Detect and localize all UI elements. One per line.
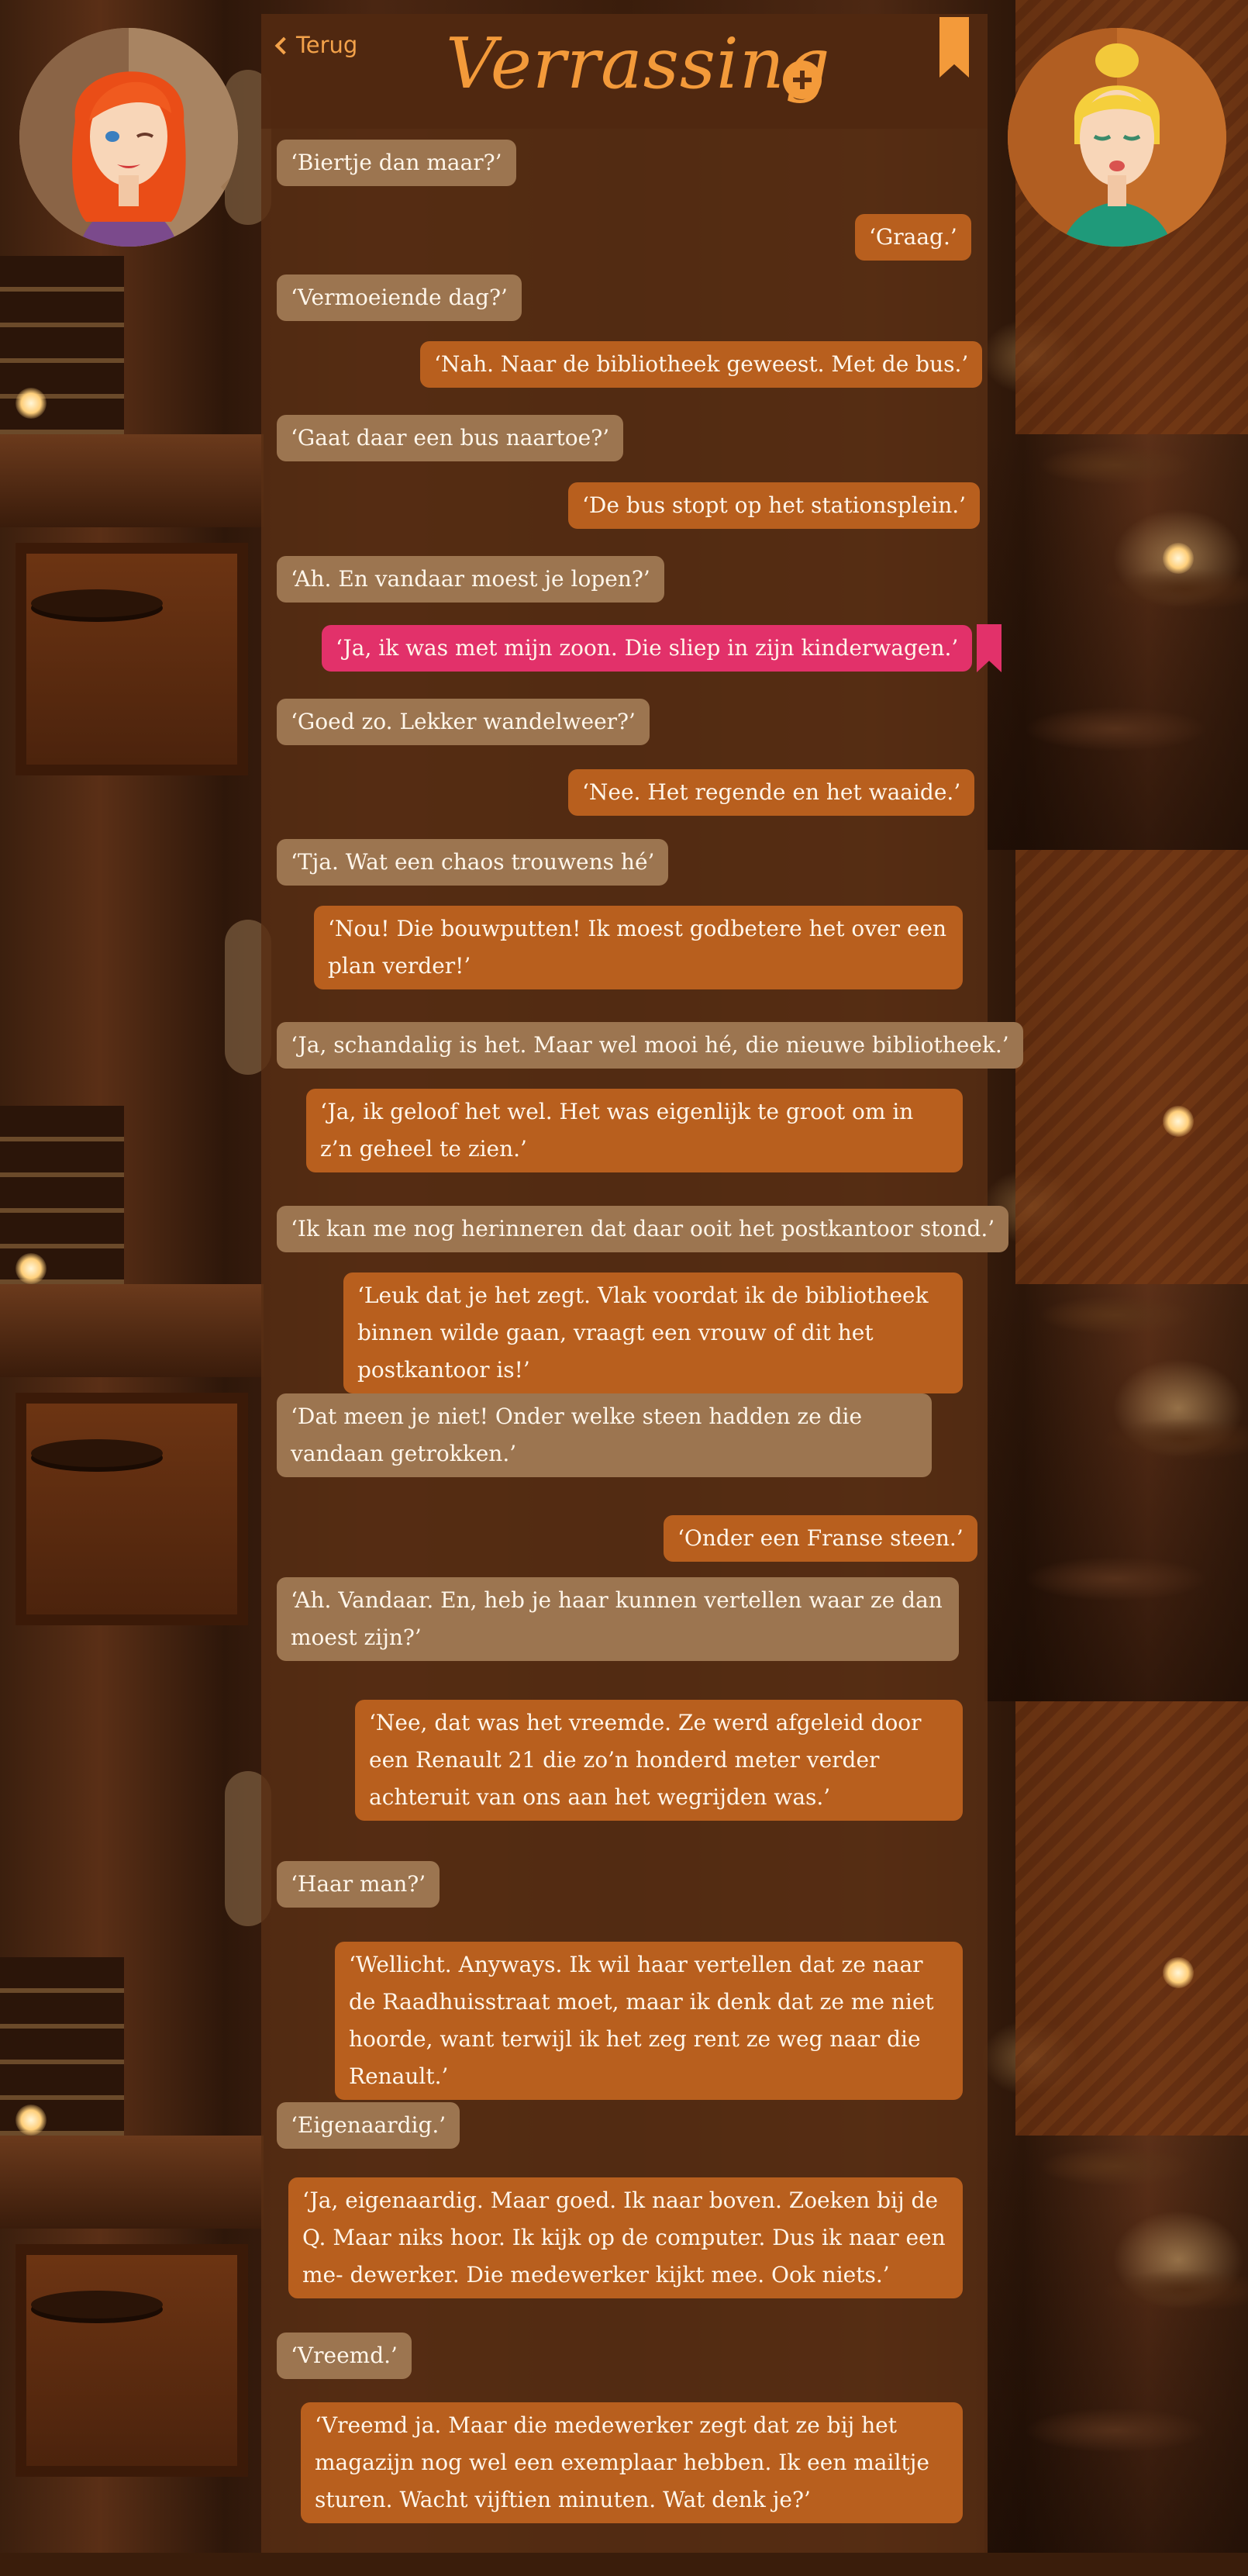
- message-them: ‘Ah. Vandaar. En, heb je haar kunnen ver…: [277, 1577, 959, 1661]
- avatar-blonde: [1008, 28, 1226, 247]
- message-me: ‘Onder een Franse steen.’: [664, 1515, 977, 1562]
- background-panel: [16, 1393, 248, 1625]
- background-wall: [1015, 1701, 1248, 2136]
- background-lamp: [1163, 1106, 1194, 1137]
- message-me: ‘Ja, eigenaardig. Maar goed. Ik naar bov…: [288, 2177, 963, 2298]
- background-counter: [0, 434, 264, 527]
- background-stool: [31, 2291, 163, 2319]
- message-me: ‘De bus stopt op het stationsplein.’: [568, 482, 981, 529]
- message-them: ‘Ja, schandalig is het. Maar wel mooi hé…: [277, 1022, 1023, 1069]
- message-me-bookmarked: ‘Ja, ik was met mijn zoon. Die sliep in …: [322, 625, 973, 672]
- message-them: ‘Tja. Wat een chaos trouwens hé’: [277, 839, 669, 886]
- background-shelf: [0, 1957, 124, 2136]
- avatar-redhead-illustration: [19, 28, 238, 247]
- background-lamp: [16, 1253, 47, 1284]
- message-me: ‘Nee. Het regende en het waaide.’: [568, 769, 975, 816]
- background-stool: [31, 1439, 163, 1467]
- add-button[interactable]: [783, 60, 822, 99]
- message-them: ‘Haar man?’: [277, 1861, 440, 1908]
- message-me: ‘Graag.’: [855, 214, 971, 261]
- message-me: ‘Nou! Die bouwputten! Ik moest godbetere…: [314, 906, 963, 989]
- chevron-left-icon: [274, 36, 293, 55]
- background-shelf: [0, 1106, 124, 1284]
- back-label: Terug: [296, 32, 358, 58]
- chat-title: Verrassing: [446, 23, 831, 105]
- message-them: ‘Gaat daar een bus naartoe?’: [277, 415, 624, 461]
- message-them: ‘Vermoeiende dag?’: [277, 275, 522, 321]
- message-them: ‘Vreemd.’: [277, 2333, 412, 2379]
- message-them: ‘Eigenaardig.’: [277, 2102, 460, 2149]
- message-me: ‘Vreemd ja. Maar die medewerker zegt dat…: [301, 2402, 963, 2523]
- background-tables: [984, 434, 1248, 850]
- avatar-blonde-illustration: [1008, 28, 1226, 247]
- background-lamp: [16, 388, 47, 419]
- message-them: ‘Goed zo. Lekker wandelweer?’: [277, 699, 650, 745]
- background-counter: [0, 2136, 264, 2229]
- message-me: ‘Ja, ik geloof het wel. Het was eigenlij…: [306, 1089, 963, 1172]
- avatar-redhead: [19, 28, 238, 247]
- message-them: ‘Ah. En vandaar moest je lopen?’: [277, 556, 664, 603]
- background-panel: [16, 543, 248, 775]
- message-them: ‘Ik kan me nog herinneren dat daar ooit …: [277, 1206, 1009, 1252]
- message-me: ‘Leuk dat je het zegt. Vlak voordat ik d…: [343, 1272, 963, 1393]
- message-me: ‘Wellicht. Anyways. Ik wil haar vertelle…: [335, 1942, 963, 2100]
- message-them: ‘Dat meen je niet! Onder welke steen had…: [277, 1393, 932, 1477]
- message-me: ‘Nee, dat was het vreemde. Ze werd afgel…: [355, 1700, 963, 1821]
- background-counter: [0, 1284, 264, 1377]
- background-wall: [1015, 850, 1248, 1284]
- bottom-edge: [0, 2553, 1248, 2576]
- background-lamp: [1163, 1957, 1194, 1988]
- background-lamp: [16, 2105, 47, 2136]
- background-tables: [984, 2136, 1248, 2554]
- message-them: ‘Biertje dan maar?’: [277, 140, 516, 186]
- back-button[interactable]: Terug: [274, 29, 358, 60]
- background-lamp: [1163, 543, 1194, 574]
- background-panel: [16, 2244, 248, 2477]
- background-stool: [31, 589, 163, 617]
- background-tables: [984, 1284, 1248, 1701]
- message-me: ‘Nah. Naar de bibliotheek geweest. Met d…: [420, 341, 983, 388]
